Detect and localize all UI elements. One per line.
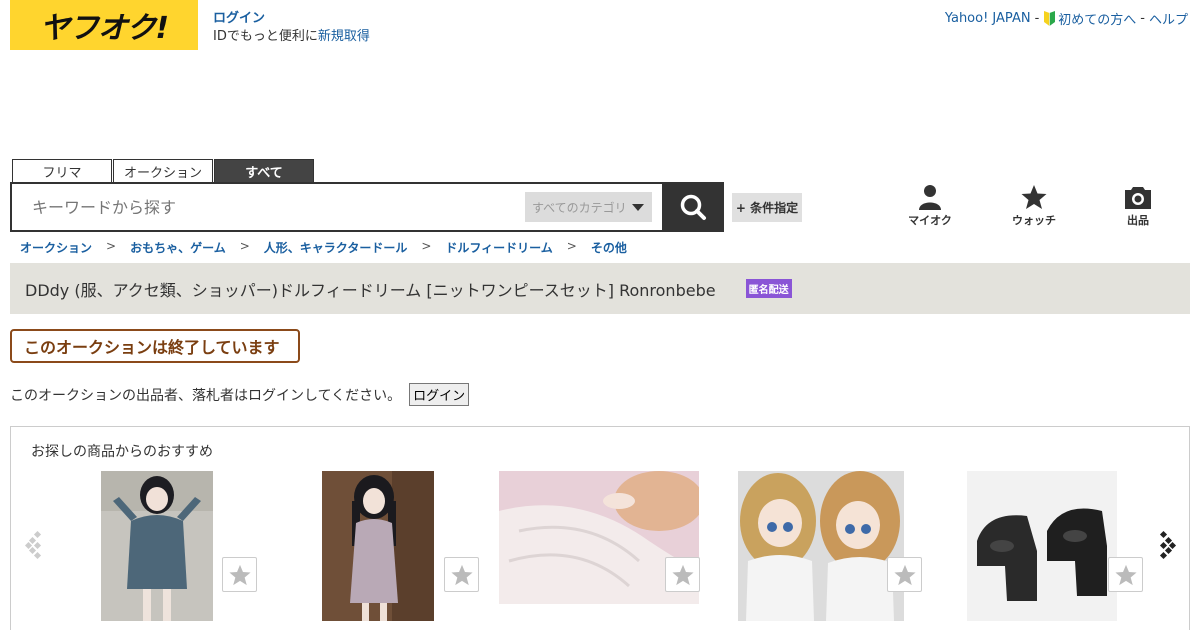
search-input[interactable] bbox=[12, 184, 522, 230]
my-auction-label: マイオク bbox=[908, 214, 952, 227]
watch-button[interactable] bbox=[665, 557, 700, 592]
my-auction-link[interactable]: マイオク bbox=[900, 184, 960, 228]
auction-ended-notice: このオークションは終了しています bbox=[10, 329, 300, 363]
id-prompt: IDでもっと便利に bbox=[213, 29, 318, 44]
star-icon bbox=[450, 564, 473, 585]
recommend-item-image[interactable] bbox=[101, 471, 213, 621]
watch-button[interactable] bbox=[222, 557, 257, 592]
breadcrumb-toys-games[interactable]: おもちゃ、ゲーム bbox=[130, 239, 226, 256]
help-link[interactable]: ヘルプ bbox=[1149, 9, 1188, 28]
camera-icon bbox=[1125, 187, 1151, 209]
item-title: DDdy (服、アクセ類、ショッパー)ドルフィードリーム [ニットワンピースセッ… bbox=[25, 280, 716, 300]
tab-auction[interactable]: オークション bbox=[113, 159, 213, 182]
login-message: このオークションの出品者、落札者はログインしてください。 bbox=[10, 387, 402, 404]
doll-photo bbox=[738, 471, 904, 621]
separator: - bbox=[1034, 11, 1040, 26]
watch-button[interactable] bbox=[444, 557, 479, 592]
separator: - bbox=[1140, 11, 1145, 26]
search-bar: すべてのカテゴリ bbox=[10, 182, 724, 232]
star-icon bbox=[893, 564, 916, 585]
top-links: Yahoo! JAPAN - 初めての方へ - ヘルプ bbox=[945, 9, 1188, 28]
item-title-bar: DDdy (服、アクセ類、ショッパー)ドルフィードリーム [ニットワンピースセッ… bbox=[10, 263, 1190, 314]
first-time-label: 初めての方へ bbox=[1058, 13, 1137, 28]
caret-down-icon bbox=[632, 204, 644, 211]
person-icon bbox=[919, 185, 941, 210]
breadcrumb-separator: > bbox=[421, 239, 432, 253]
watch-button[interactable] bbox=[887, 557, 922, 592]
first-time-link[interactable]: 初めての方へ bbox=[1043, 9, 1136, 28]
login-button[interactable]: ログイン bbox=[409, 383, 470, 406]
shoes-photo bbox=[967, 471, 1117, 621]
sell-link[interactable]: 出品 bbox=[1108, 184, 1168, 228]
recommend-item-image[interactable] bbox=[322, 471, 434, 621]
breadcrumb-dolls[interactable]: 人形、キャラクタードール bbox=[264, 239, 408, 256]
star-icon bbox=[1114, 564, 1137, 585]
recommendation-heading: お探しの商品からのおすすめ bbox=[31, 444, 213, 460]
tab-flea-market[interactable]: フリマ bbox=[12, 159, 112, 182]
star-icon bbox=[671, 564, 694, 585]
breadcrumb-separator: > bbox=[106, 239, 117, 253]
search-button[interactable] bbox=[662, 182, 724, 232]
login-box: ログイン IDでもっと便利に新規取得 bbox=[213, 10, 370, 46]
recommend-item-image[interactable] bbox=[738, 471, 904, 621]
login-link[interactable]: ログイン bbox=[213, 11, 265, 26]
breadcrumb-other[interactable]: その他 bbox=[591, 239, 627, 256]
recommend-item-image[interactable] bbox=[967, 471, 1117, 621]
conditions-button[interactable]: + 条件指定 bbox=[732, 193, 802, 222]
search-icon bbox=[680, 194, 706, 220]
breadcrumb: オークション > おもちゃ、ゲーム > 人形、キャラクタードール > ドルフィー… bbox=[20, 239, 627, 256]
watch-link[interactable]: ウォッチ bbox=[1004, 184, 1064, 228]
breadcrumb-separator: > bbox=[566, 239, 577, 253]
breadcrumb-separator: > bbox=[239, 239, 250, 253]
yahoo-japan-link[interactable]: Yahoo! JAPAN bbox=[945, 11, 1031, 26]
doll-photo bbox=[101, 471, 213, 621]
star-icon bbox=[228, 564, 251, 585]
signup-link[interactable]: 新規取得 bbox=[318, 29, 370, 44]
category-label: すべてのカテゴリ bbox=[532, 200, 627, 215]
watch-label: ウォッチ bbox=[1012, 214, 1056, 227]
doll-photo bbox=[322, 471, 434, 621]
breadcrumb-dollfie-dream[interactable]: ドルフィードリーム bbox=[445, 239, 552, 256]
category-select[interactable]: すべてのカテゴリ bbox=[525, 192, 652, 222]
recommendation-panel: お探しの商品からのおすすめ bbox=[10, 426, 1190, 630]
anonymous-shipping-badge: 匿名配送 bbox=[745, 279, 792, 298]
watch-button[interactable] bbox=[1108, 557, 1143, 592]
search-tabs: フリマ オークション すべて bbox=[12, 159, 314, 182]
prev-arrow-icon[interactable] bbox=[25, 530, 45, 560]
sell-label: 出品 bbox=[1127, 214, 1149, 227]
star-icon bbox=[1021, 185, 1047, 209]
yahuoku-logo[interactable]: ヤフオク! bbox=[10, 0, 198, 50]
logo-text: ヤフオク! bbox=[39, 11, 169, 46]
beginner-mark-icon bbox=[1044, 11, 1056, 26]
next-arrow-icon[interactable] bbox=[1157, 530, 1177, 560]
tab-all[interactable]: すべて bbox=[214, 159, 314, 182]
breadcrumb-auction[interactable]: オークション bbox=[20, 239, 92, 256]
login-message-row: このオークションの出品者、落札者はログインしてください。 ログイン bbox=[10, 383, 470, 406]
